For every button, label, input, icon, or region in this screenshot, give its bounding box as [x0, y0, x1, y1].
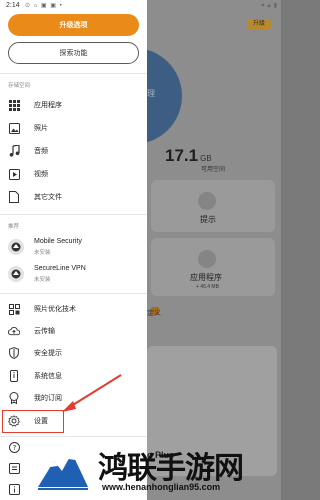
video-icon: [8, 168, 20, 180]
recommendation-secureline-vpn[interactable]: SecureLine VPN 未安装: [0, 263, 147, 287]
settings-highlight-box: [2, 410, 64, 433]
status-time: 2:14: [6, 2, 20, 9]
drawer-item-info[interactable]: [0, 478, 30, 500]
svg-text:?: ?: [12, 444, 16, 452]
drawer-item-feedback[interactable]: [0, 457, 30, 479]
watermark-logo: [36, 441, 90, 493]
subscription-icon: [8, 392, 20, 404]
drawer-item-label: 照片: [34, 125, 48, 132]
divider: [0, 293, 147, 294]
apps-card-label: 应用程序: [190, 273, 222, 282]
recommend-section-label: 推荐: [8, 224, 20, 230]
upgrade-button[interactable]: 升级选项: [8, 14, 139, 36]
donut-text: 理: [147, 89, 155, 98]
drawer-item-other-files[interactable]: 其它文件: [0, 186, 147, 208]
cloud-upload-icon: [8, 325, 20, 337]
photo-optimizer-icon: [8, 303, 20, 315]
storage-unit: GB: [200, 154, 212, 163]
drawer-item-label: 音频: [34, 148, 48, 155]
help-icon: ?: [8, 441, 20, 453]
storage-caption: 可用空间: [201, 167, 226, 173]
phone-info-icon: [8, 370, 20, 382]
faded-text: 定义: [147, 310, 161, 317]
drawer-item-label: 云传输: [34, 328, 55, 335]
tips-card-icon: [198, 192, 216, 210]
music-icon: [8, 145, 20, 157]
drawer-item-apps[interactable]: 应用程序: [0, 94, 147, 116]
image-icon: [8, 122, 20, 134]
apps-card-size: + 46.4 MB: [196, 284, 219, 290]
drawer-item-help[interactable]: ?: [0, 436, 30, 458]
drawer-item-label: 应用程序: [34, 102, 62, 109]
apps-card-icon: [198, 250, 216, 268]
drawer-item-label: 视频: [34, 171, 48, 178]
vpn-icon: [8, 266, 24, 282]
grid-icon: [8, 99, 20, 111]
watermark-url: www.henanhonglian95.com: [102, 482, 221, 492]
shield-icon: [8, 347, 20, 359]
watermark-title: 鸿联手游网: [98, 451, 244, 486]
recommendation-title: SecureLine VPN: [34, 265, 86, 272]
divider: [0, 73, 147, 74]
explore-features-button[interactable]: 探索功能: [8, 42, 139, 64]
feedback-icon: [8, 462, 20, 474]
drawer-item-video[interactable]: 视频: [0, 163, 147, 185]
divider: [0, 214, 147, 215]
mobile-security-icon: [8, 239, 24, 255]
drawer-item-audio[interactable]: 音频: [0, 140, 147, 162]
tips-card-label: 提示: [200, 215, 216, 224]
drawer-item-label: 安全提示: [34, 350, 62, 357]
drawer-item-photos[interactable]: 照片: [0, 117, 147, 139]
drawer-item-cloud-transfer[interactable]: 云传输: [0, 320, 147, 342]
status-icons: ⊙ ⌂ ▣ ▣ •: [25, 3, 63, 9]
drawer-item-photo-optimizer[interactable]: 照片优化技术: [0, 298, 147, 320]
red-arrow-icon: [62, 374, 122, 412]
upgrade-pill[interactable]: 升级: [247, 19, 271, 30]
recommendation-status: 未安装: [34, 277, 51, 283]
info-icon: [8, 483, 20, 495]
recommendation-title: Mobile Security: [34, 238, 82, 245]
recommendation-status: 未安装: [34, 250, 51, 256]
file-icon: [8, 191, 20, 203]
storage-value: 17.1 GB: [165, 146, 212, 165]
drawer-item-label: 其它文件: [34, 194, 62, 201]
drawer-item-security-tips[interactable]: 安全提示: [0, 342, 147, 364]
storage-section-label: 存储空间: [8, 83, 31, 89]
recommendation-mobile-security[interactable]: Mobile Security 未安装: [0, 236, 147, 260]
drawer-item-label: 照片优化技术: [34, 306, 76, 313]
status-right-icons: ▾ ▲ ▮: [261, 3, 277, 9]
